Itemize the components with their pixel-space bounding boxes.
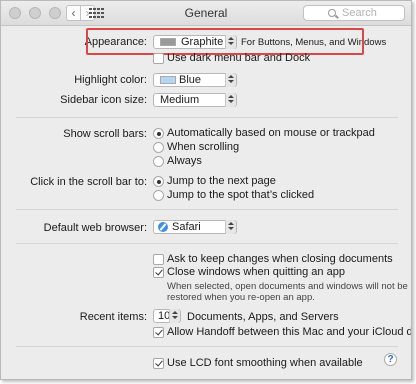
lcd-smoothing-checkbox[interactable] xyxy=(153,358,164,369)
sidebar-icon-size-popup[interactable]: Medium xyxy=(153,93,237,107)
safari-icon xyxy=(158,222,168,232)
show-scroll-bars-label: Show scroll bars: xyxy=(63,128,147,140)
search-icon xyxy=(328,9,336,17)
popup-arrows-icon xyxy=(169,309,180,323)
default-browser-label: Default web browser: xyxy=(43,222,147,234)
popup-arrows-icon xyxy=(225,73,236,87)
lcd-smoothing-label: Use LCD font smoothing when available xyxy=(167,357,363,369)
section-divider xyxy=(16,117,398,118)
jump-to-spot-label: Jump to the spot that’s clicked xyxy=(167,189,315,201)
back-button[interactable]: ‹ xyxy=(66,5,81,21)
scroll-bars-auto-label: Automatically based on mouse or trackpad xyxy=(167,127,375,139)
title-bar: ‹ › General Search xyxy=(1,1,411,26)
close-windows-checkbox[interactable] xyxy=(153,267,164,278)
recent-items-label: Recent items: xyxy=(79,311,147,323)
highlight-color-value: Blue xyxy=(179,74,202,86)
section-divider xyxy=(16,346,398,347)
scroll-bars-when-scrolling-label: When scrolling xyxy=(167,141,240,153)
window-title: General xyxy=(184,6,228,20)
section-divider xyxy=(16,243,398,244)
ask-keep-changes-checkbox[interactable] xyxy=(153,254,164,265)
search-placeholder: Search xyxy=(342,7,377,19)
close-windows-note-line1: When selected, open documents and window… xyxy=(167,281,408,292)
annotation-highlight-box xyxy=(86,28,364,55)
show-all-grid-icon[interactable] xyxy=(89,6,107,20)
search-field[interactable]: Search xyxy=(303,5,405,21)
popup-arrows-icon xyxy=(225,93,236,107)
scroll-bars-when-scrolling-radio[interactable] xyxy=(153,142,164,153)
popup-arrows-icon xyxy=(225,220,236,234)
zoom-window-button[interactable] xyxy=(49,7,61,19)
sidebar-icon-size-label: Sidebar icon size: xyxy=(60,94,147,106)
highlight-color-popup[interactable]: Blue xyxy=(153,73,237,87)
sidebar-icon-size-value: Medium xyxy=(160,94,200,106)
dark-menu-checkbox[interactable] xyxy=(153,53,164,64)
recent-items-popup[interactable]: 10 xyxy=(153,309,181,323)
close-windows-label: Close windows when quitting an app xyxy=(167,266,345,278)
default-browser-value: Safari xyxy=(172,221,201,233)
help-button[interactable]: ? xyxy=(384,353,397,366)
handoff-checkbox[interactable] xyxy=(153,327,164,338)
jump-next-page-label: Jump to the next page xyxy=(167,175,276,187)
scroll-bars-auto-radio[interactable] xyxy=(153,128,164,139)
close-windows-note-line2: restored when you re-open an app. xyxy=(167,292,315,303)
default-browser-popup[interactable]: Safari xyxy=(153,220,237,234)
click-scroll-bar-label: Click in the scroll bar to: xyxy=(30,176,147,188)
highlight-swatch xyxy=(160,76,176,84)
recent-items-suffix: Documents, Apps, and Servers xyxy=(187,311,339,323)
jump-to-spot-radio[interactable] xyxy=(153,190,164,201)
highlight-color-label: Highlight color: xyxy=(74,74,147,86)
scroll-bars-always-label: Always xyxy=(167,155,202,167)
handoff-label: Allow Handoff between this Mac and your … xyxy=(167,326,412,338)
scroll-bars-always-radio[interactable] xyxy=(153,156,164,167)
dark-menu-label: Use dark menu bar and Dock xyxy=(167,52,311,64)
jump-next-page-radio[interactable] xyxy=(153,176,164,187)
minimize-window-button[interactable] xyxy=(29,7,41,19)
ask-keep-changes-label: Ask to keep changes when closing documen… xyxy=(167,253,393,265)
close-window-button[interactable] xyxy=(9,7,21,19)
preferences-window: ‹ › General Search Appearance: Graphite … xyxy=(0,0,412,380)
section-divider xyxy=(16,209,398,210)
